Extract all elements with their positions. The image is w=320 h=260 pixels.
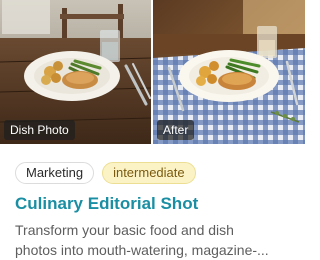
before-image: Dish Photo	[0, 0, 151, 144]
description-line: photos into mouth-watering, magazine-...	[15, 242, 269, 258]
template-card[interactable]: Dish Photo After Marketing intermediate …	[0, 0, 305, 258]
description-line: Transform your basic food and dish	[15, 222, 234, 238]
card-title[interactable]: Culinary Editorial Shot	[15, 193, 295, 215]
category-tag: Marketing	[15, 162, 95, 184]
card-description: Transform your basic food and dish photo…	[15, 220, 295, 260]
after-image-label: After	[157, 120, 195, 140]
tag-row: Marketing intermediate	[15, 162, 196, 184]
before-after-images: Dish Photo After	[0, 0, 305, 144]
difficulty-tag: intermediate	[102, 162, 196, 184]
after-image: After	[153, 0, 305, 144]
before-image-label: Dish Photo	[4, 120, 75, 140]
